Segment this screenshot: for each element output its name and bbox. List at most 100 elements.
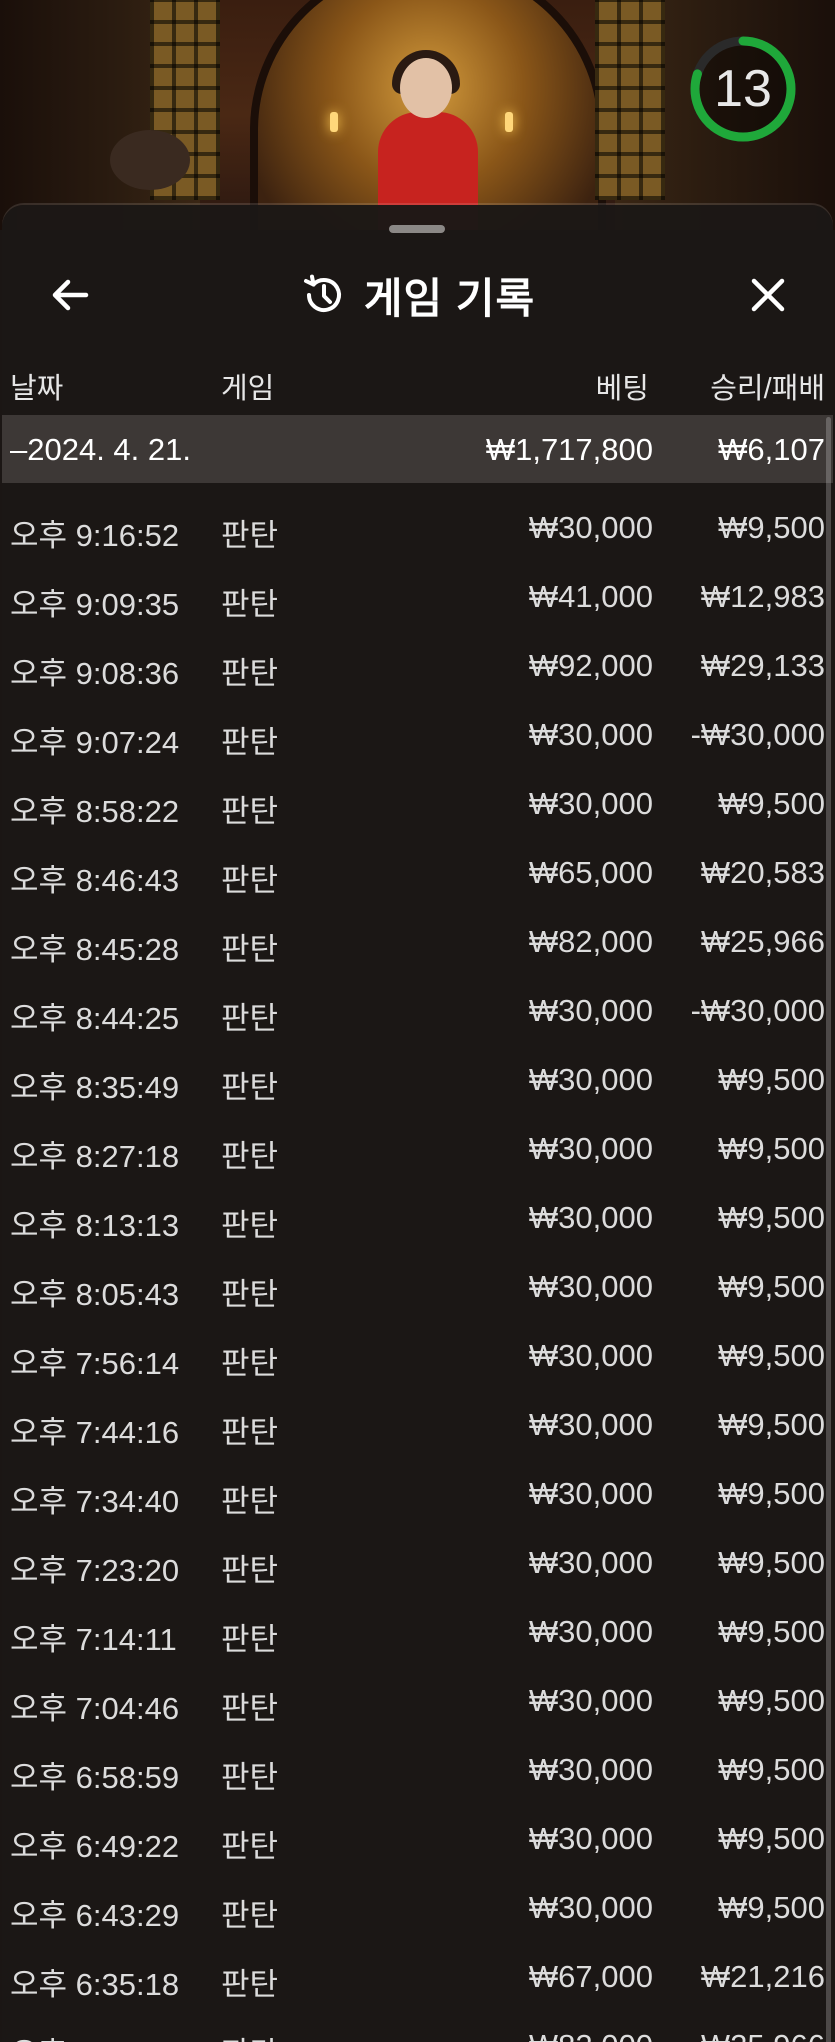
row-result: ₩9,500 [718, 1062, 825, 1097]
table-row[interactable]: 오후 8:46:43 판탄 ₩65,000 ₩20,583 [2, 837, 833, 906]
row-bet: ₩82,000 [529, 2028, 653, 2042]
table-row[interactable]: 오후 8:13:13 판탄 ₩30,000 ₩9,500 [2, 1182, 833, 1251]
row-result: ₩9,500 [718, 1269, 825, 1304]
row-game: 판탄 [221, 587, 279, 622]
table-header: 날짜 게임 베팅 승리/패배 [2, 355, 833, 411]
table-row[interactable]: 오후 6:49:22 판탄 ₩30,000 ₩9,500 [2, 1803, 833, 1872]
row-game: 판탄 [221, 725, 279, 760]
row-game: 판탄 [221, 1691, 279, 1726]
summary-result: ₩6,107 [718, 432, 825, 467]
row-result: ₩9,500 [718, 1614, 825, 1649]
row-bet: ₩30,000 [528, 1476, 653, 1511]
row-time: 오후 6:49:22 [10, 1829, 180, 1864]
row-result: ₩9,500 [718, 1683, 825, 1718]
row-time: 오후 8:27:18 [10, 1139, 180, 1174]
row-bet: ₩92,000 [528, 648, 653, 683]
table-row[interactable]: 오후 7:23:20 판탄 ₩30,000 ₩9,500 [2, 1527, 833, 1596]
row-time: 오후 8:46:43 [10, 863, 180, 898]
row-game: 판탄 [221, 794, 279, 829]
app-screen: 13 게임 기록 날짜 게임 베팅 승리/패배 –2024. 4. 21. ₩1… [0, 0, 835, 2042]
column-bet[interactable]: 베팅 [596, 365, 649, 407]
table-row[interactable]: 오후 8:44:25 판탄 ₩30,000 -₩30,000 [2, 975, 833, 1044]
row-time: 오후 6:35:18 [10, 1967, 180, 2002]
row-game: 판탄 [221, 1898, 279, 1933]
table-row[interactable]: 오후 9:07:24 판탄 ₩30,000 -₩30,000 [2, 699, 833, 768]
table-row[interactable]: 오후 7:14:11 판탄 ₩30,000 ₩9,500 [2, 1596, 833, 1665]
row-bet: ₩30,000 [528, 1545, 653, 1580]
row-result: ₩25,966 [700, 924, 825, 959]
close-button[interactable] [740, 267, 796, 323]
row-game: 판탄 [221, 1139, 279, 1174]
table-row[interactable]: 오후 6:43:29 판탄 ₩30,000 ₩9,500 [2, 1872, 833, 1941]
table-row[interactable]: 오후 6:35:18 판탄 ₩67,000 ₩21,216 [2, 1941, 833, 2010]
timer-value: 13 [714, 60, 772, 118]
row-bet: ₩30,000 [528, 1821, 653, 1856]
row-bet: ₩30,000 [528, 993, 653, 1028]
row-bet: ₩30,000 [528, 1407, 653, 1442]
history-list: 오후 9:16:52 판탄 ₩30,000 ₩9,500 오후 9:09:35 판탄 ₩41… [2, 492, 833, 2042]
row-game: 판탄 [221, 1553, 279, 1588]
row-result: ₩9,500 [718, 1338, 825, 1373]
row-game: 판탄 [221, 1208, 279, 1243]
row-bet: ₩67,000 [528, 1959, 653, 1994]
row-bet: ₩30,000 [528, 1338, 653, 1373]
table-row[interactable]: 오후 6:34:10 판탄 ₩82,000 ₩25,966 [2, 2010, 833, 2042]
summary-bet: ₩1,717,800 [485, 432, 653, 467]
panel-header: 게임 기록 [2, 245, 833, 345]
row-result: ₩9,500 [718, 1131, 825, 1166]
row-result: ₩9,500 [718, 1545, 825, 1580]
row-game: 판탄 [221, 1760, 279, 1795]
row-bet: ₩30,000 [528, 1752, 653, 1787]
table-row[interactable]: 오후 7:04:46 판탄 ₩30,000 ₩9,500 [2, 1665, 833, 1734]
table-row[interactable]: 오후 8:05:43 판탄 ₩30,000 ₩9,500 [2, 1251, 833, 1320]
row-bet: ₩30,000 [528, 510, 653, 545]
row-time: 오후 8:44:25 [10, 1001, 180, 1036]
date-summary-row[interactable]: –2024. 4. 21. ₩1,717,800 ₩6,107 [2, 415, 833, 483]
table-row[interactable]: 오후 8:27:18 판탄 ₩30,000 ₩9,500 [2, 1113, 833, 1182]
game-history-panel: 게임 기록 날짜 게임 베팅 승리/패배 –2024. 4. 21. ₩1,71… [2, 205, 833, 2042]
row-bet: ₩30,000 [528, 786, 653, 821]
table-row[interactable]: 오후 8:35:49 판탄 ₩30,000 ₩9,500 [2, 1044, 833, 1113]
row-result: ₩21,216 [700, 1959, 825, 1994]
table-row[interactable]: 오후 7:56:14 판탄 ₩30,000 ₩9,500 [2, 1320, 833, 1389]
row-game: 판탄 [221, 1415, 279, 1450]
row-bet: ₩82,000 [528, 924, 653, 959]
row-time: 오후 7:04:46 [10, 1691, 180, 1726]
row-bet: ₩30,000 [528, 1269, 653, 1304]
row-result: ₩20,583 [700, 855, 825, 890]
row-time: 오후 7:14:11 [10, 1622, 177, 1657]
panel-title: 게임 기록 [363, 274, 536, 322]
row-bet: ₩30,000 [528, 717, 653, 752]
row-time: 오후 6:34:10 [10, 2028, 179, 2042]
row-game: 판탄 [221, 1484, 279, 1519]
row-result: ₩29,133 [700, 648, 825, 683]
table-row[interactable]: 오후 7:44:16 판탄 ₩30,000 ₩9,500 [2, 1389, 833, 1458]
table-row[interactable]: 오후 9:09:35 판탄 ₩41,000 ₩12,983 [2, 561, 833, 630]
table-row[interactable]: 오후 6:58:59 판탄 ₩30,000 ₩9,500 [2, 1734, 833, 1803]
row-bet: ₩30,000 [528, 1614, 653, 1649]
row-bet: ₩30,000 [528, 1683, 653, 1718]
column-game[interactable]: 게임 [221, 365, 274, 407]
row-game: 판탄 [221, 1622, 279, 1657]
table-row[interactable]: 오후 9:16:52 판탄 ₩30,000 ₩9,500 [2, 492, 833, 561]
table-row[interactable]: 오후 9:08:36 판탄 ₩92,000 ₩29,133 [2, 630, 833, 699]
row-bet: ₩30,000 [528, 1062, 653, 1097]
table-row[interactable]: 오후 8:58:22 판탄 ₩30,000 ₩9,500 [2, 768, 833, 837]
table-row[interactable]: 오후 7:34:40 판탄 ₩30,000 ₩9,500 [2, 1458, 833, 1527]
drag-handle[interactable] [389, 225, 445, 233]
table-row[interactable]: 오후 8:45:28 판탄 ₩82,000 ₩25,966 [2, 906, 833, 975]
row-time: 오후 9:07:24 [10, 725, 180, 760]
close-icon [751, 278, 785, 312]
row-time: 오후 9:08:36 [10, 656, 180, 691]
row-time: 오후 8:35:49 [10, 1070, 180, 1105]
row-game: 판탄 [221, 1070, 279, 1105]
column-result[interactable]: 승리/패배 [710, 365, 825, 407]
row-bet: ₩30,000 [528, 1890, 653, 1925]
row-time: 오후 7:56:14 [10, 1346, 180, 1381]
scrollbar[interactable] [826, 417, 831, 2042]
row-game: 판탄 [221, 863, 279, 898]
row-result: ₩25,966 [701, 2028, 825, 2042]
row-result: -₩30,000 [690, 717, 825, 752]
row-bet: ₩65,000 [528, 855, 653, 890]
column-date[interactable]: 날짜 [10, 365, 63, 407]
